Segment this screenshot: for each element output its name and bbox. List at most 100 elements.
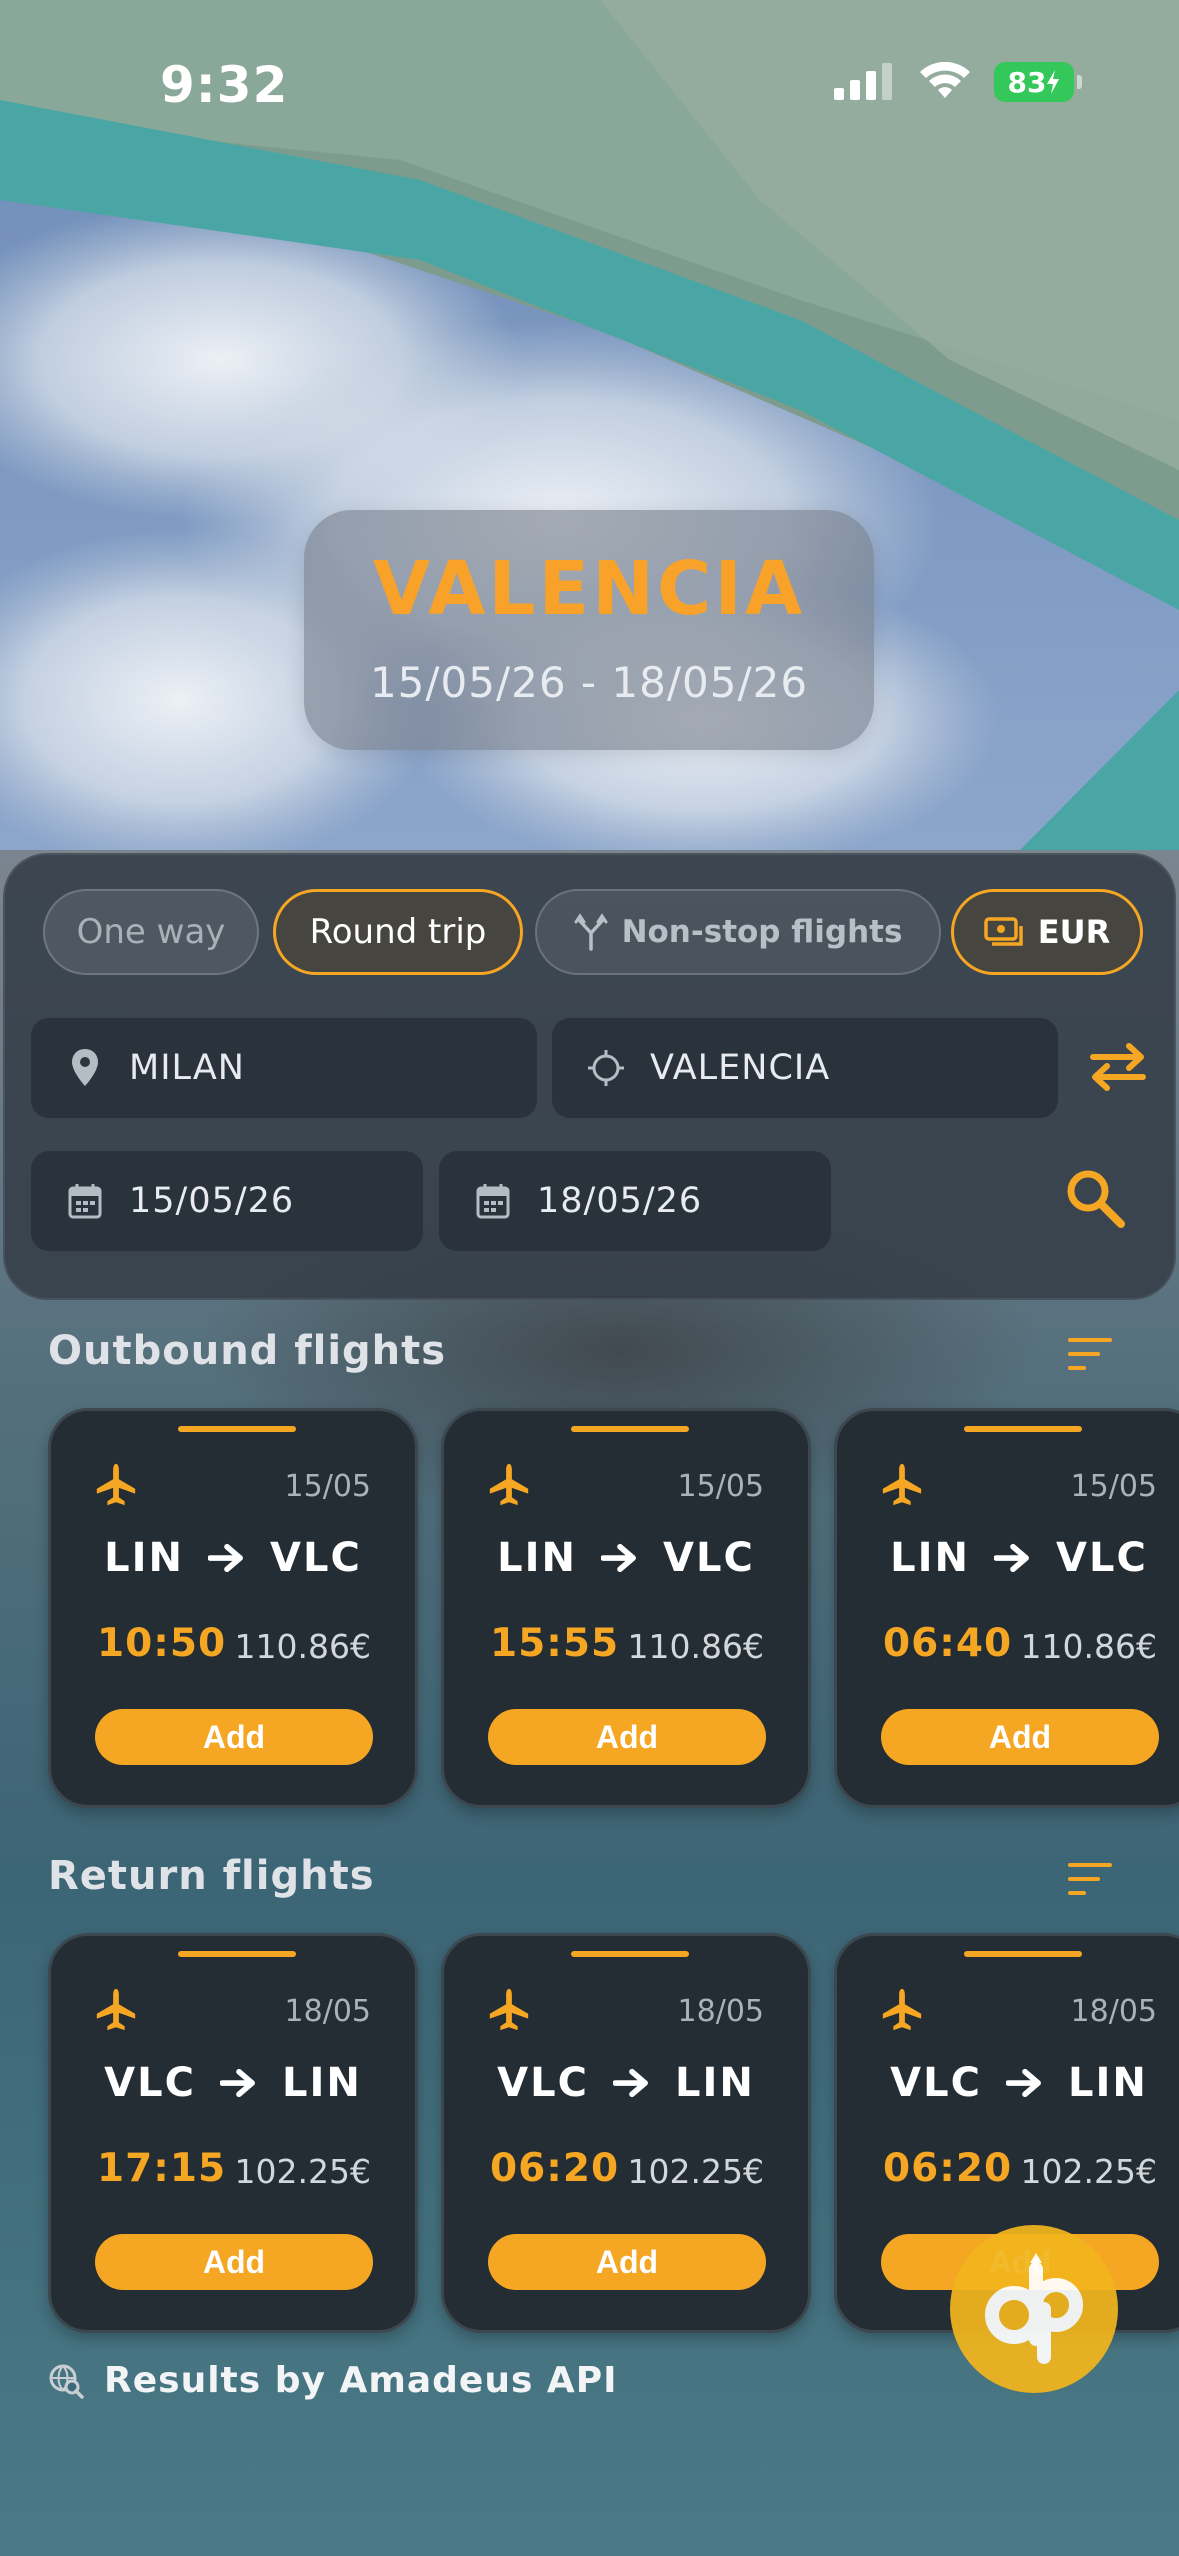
outbound-flight-card[interactable]: 15/05 LIN VLC 15:55 110.86€ Add	[441, 1408, 811, 1808]
airplane-icon	[879, 1986, 925, 2032]
add-flight-button[interactable]: Add	[95, 2234, 373, 2290]
status-icons: 83	[832, 62, 1082, 102]
attribution-text: Results by Amadeus API	[104, 2360, 618, 2401]
crosshair-icon	[588, 1050, 624, 1086]
return-date-field[interactable]: 18/05/26	[439, 1151, 831, 1251]
flight-date: 18/05	[284, 1994, 371, 2029]
wifi-icon	[920, 62, 970, 98]
airplane-icon	[486, 1461, 532, 1507]
round-trip-label: Round trip	[309, 912, 487, 952]
destination-banner: VALENCIA 15/05/26 - 18/05/26	[304, 510, 874, 750]
swap-button[interactable]	[1087, 1041, 1149, 1093]
destination-value: VALENCIA	[650, 1048, 831, 1088]
route-to: LIN	[1067, 2060, 1148, 2106]
sort-icon	[1068, 1338, 1112, 1370]
return-flight-card[interactable]: 18/05 VLC LIN 17:15 102.25€ Add	[48, 1933, 418, 2333]
location-pin-icon	[72, 1049, 98, 1086]
flight-route: LIN VLC	[51, 1535, 415, 1581]
flight-time: 06:40	[883, 1621, 1013, 1666]
non-stop-label: Non-stop flights	[621, 914, 903, 950]
departure-date-field[interactable]: 15/05/26	[31, 1151, 423, 1251]
search-panel: One way Round trip Non-stop flights EUR …	[3, 853, 1176, 1300]
add-flight-button[interactable]: Add	[95, 1709, 373, 1765]
route-to: LIN	[281, 2060, 362, 2106]
flight-route: VLC LIN	[444, 2060, 808, 2106]
outbound-title: Outbound flights	[48, 1328, 447, 1374]
search-button[interactable]	[1063, 1166, 1127, 1230]
route-from: LIN	[497, 1535, 578, 1581]
flight-time: 06:20	[490, 2146, 620, 2191]
swap-icon	[1090, 1043, 1146, 1091]
card-handle	[964, 1426, 1082, 1432]
arrow-right-icon	[612, 2068, 651, 2098]
route-from: VLC	[497, 2060, 589, 2106]
origin-field[interactable]: MILAN	[31, 1018, 537, 1118]
flight-time: 10:50	[97, 1621, 227, 1666]
flight-time: 17:15	[97, 2146, 227, 2191]
battery-indicator: 83	[994, 62, 1082, 102]
airplane-icon	[93, 1461, 139, 1507]
flight-date: 15/05	[284, 1469, 371, 1504]
status-bar: 9:32 83	[0, 0, 1179, 170]
one-way-toggle[interactable]: One way	[43, 889, 259, 975]
route-to: VLC	[1056, 1535, 1148, 1581]
card-handle	[571, 1951, 689, 1957]
flight-time: 15:55	[490, 1621, 620, 1666]
return-sort-button[interactable]	[1066, 1859, 1114, 1899]
arrow-right-icon	[219, 2068, 258, 2098]
flight-price: 110.86€	[234, 1627, 371, 1666]
status-time: 9:32	[160, 56, 289, 114]
dp-logo-icon	[985, 2253, 1083, 2364]
route-from: VLC	[890, 2060, 982, 2106]
money-icon	[984, 917, 1023, 946]
add-flight-button[interactable]: Add	[488, 2234, 766, 2290]
airplane-icon	[486, 1986, 532, 2032]
destination-dates: 15/05/26 - 18/05/26	[369, 658, 809, 707]
calendar-icon	[476, 1184, 510, 1219]
add-flight-button[interactable]: Add	[488, 1709, 766, 1765]
signal-icon	[834, 63, 892, 100]
calendar-icon	[68, 1184, 102, 1219]
origin-value: MILAN	[129, 1048, 245, 1088]
sort-icon	[1068, 1863, 1112, 1895]
flight-price: 110.86€	[1020, 1627, 1157, 1666]
flight-price: 110.86€	[627, 1627, 764, 1666]
round-trip-toggle[interactable]: Round trip	[273, 889, 523, 975]
destination-city: VALENCIA	[372, 546, 806, 632]
outbound-flight-card[interactable]: 15/05 LIN VLC 06:40 110.86€ Add	[834, 1408, 1179, 1808]
flight-date: 15/05	[677, 1469, 764, 1504]
arrow-right-icon	[994, 1543, 1032, 1573]
route-from: LIN	[104, 1535, 185, 1581]
currency-button[interactable]: EUR	[951, 889, 1143, 975]
destination-field[interactable]: VALENCIA	[552, 1018, 1058, 1118]
return-flight-card[interactable]: 18/05 VLC LIN 06:20102.25€ Add	[441, 1933, 811, 2333]
arrow-right-icon	[208, 1543, 246, 1573]
fork-icon	[574, 913, 608, 951]
search-icon	[1067, 1170, 1125, 1228]
flight-route: VLC LIN	[51, 2060, 415, 2106]
airplane-icon	[879, 1461, 925, 1507]
card-handle	[178, 1426, 296, 1432]
flight-price: 102.25€	[234, 2152, 371, 2191]
flight-route: VLC LIN	[837, 2060, 1179, 2106]
flight-price: 102.25€	[627, 2152, 764, 2191]
route-from: VLC	[104, 2060, 196, 2106]
route-from: LIN	[890, 1535, 971, 1581]
arrow-right-icon	[1005, 2068, 1044, 2098]
outbound-sort-button[interactable]	[1066, 1334, 1114, 1374]
route-to: VLC	[270, 1535, 362, 1581]
outbound-flight-card[interactable]: 15/05 LIN VLC 10:50 110.86€ Add	[48, 1408, 418, 1808]
globe-search-icon	[49, 2364, 84, 2399]
non-stop-toggle[interactable]: Non-stop flights	[535, 889, 941, 975]
flight-route: LIN VLC	[444, 1535, 808, 1581]
watermark-logo	[950, 2225, 1118, 2393]
return-date-value: 18/05/26	[537, 1181, 703, 1221]
card-handle	[571, 1426, 689, 1432]
flight-date: 18/05	[677, 1994, 764, 2029]
arrow-right-icon	[601, 1543, 639, 1573]
flight-route: LIN VLC	[837, 1535, 1179, 1581]
flight-price: 102.25€	[1020, 2152, 1157, 2191]
route-to: VLC	[663, 1535, 755, 1581]
add-flight-button[interactable]: Add	[881, 1709, 1159, 1765]
airplane-icon	[93, 1986, 139, 2032]
